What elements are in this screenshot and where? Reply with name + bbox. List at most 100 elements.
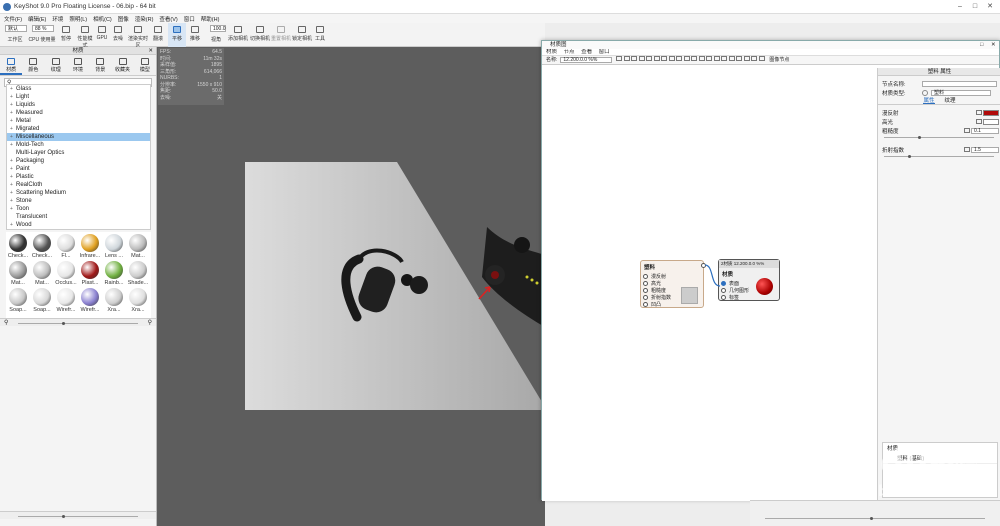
expand-icon[interactable]: + [10, 117, 13, 125]
tree-item[interactable]: Multi-Layer Optics [7, 149, 150, 157]
tumble-button[interactable]: 翻滚 [150, 23, 166, 47]
texture-link-icon[interactable] [975, 119, 982, 124]
expand-icon[interactable]: + [10, 221, 13, 229]
lock-camera-button[interactable]: 锁定相机 [292, 23, 312, 47]
fov-button[interactable]: 视角 [206, 36, 226, 46]
expand-icon[interactable]: + [10, 133, 13, 141]
tree-item[interactable]: + Toon [7, 205, 150, 213]
expand-icon[interactable]: + [10, 165, 13, 173]
expand-icon[interactable]: + [10, 205, 13, 213]
image-node-label[interactable]: 图像节点 [769, 56, 789, 65]
tool-icon[interactable] [691, 55, 698, 61]
node-port[interactable]: 标签 [719, 294, 779, 301]
expand-icon[interactable]: + [10, 173, 13, 181]
tree-item[interactable]: + Scattering Medium [7, 189, 150, 197]
tree-item[interactable]: + Metal [7, 117, 150, 125]
material-thumbnail[interactable]: Check... [6, 232, 30, 259]
reset-camera-button[interactable]: 重置相机 [271, 23, 291, 47]
tool-icon[interactable] [653, 55, 660, 61]
material-thumbnail[interactable]: Check... [30, 232, 54, 259]
pause-button[interactable]: 暂停 [58, 23, 74, 47]
node-port[interactable]: 漫反射 [641, 273, 703, 280]
tree-item[interactable]: + Migrated [7, 125, 150, 133]
mg-menu-view[interactable]: 查看 [581, 49, 592, 55]
roughness-input[interactable]: 0.1 [971, 127, 999, 134]
tree-item[interactable]: + Packaging [7, 157, 150, 165]
texture-link-icon[interactable] [963, 128, 970, 133]
right-bottom-slider[interactable] [870, 517, 873, 520]
tab-materials[interactable]: 材质 [0, 55, 23, 75]
menu-view[interactable]: 查看(V) [159, 15, 177, 23]
tree-item[interactable]: + Liquids [7, 101, 150, 109]
tree-item[interactable]: + Mold-Tech [7, 141, 150, 149]
thumbnail-size-slider[interactable] [62, 322, 65, 325]
menu-lighting[interactable]: 照明(L) [69, 15, 87, 23]
menu-camera[interactable]: 相机(C) [93, 15, 112, 23]
denoise-button[interactable]: 去噪 [110, 23, 126, 47]
material-thumbnail[interactable]: Wirefr... [78, 286, 102, 313]
tool-icon[interactable] [706, 55, 713, 61]
panel-bottom-slider[interactable] [62, 515, 65, 518]
texture-link-icon[interactable] [975, 110, 982, 115]
expand-icon[interactable]: + [10, 109, 13, 117]
tree-item[interactable]: + Light [7, 93, 150, 101]
mg-menu-node[interactable]: 节点 [564, 49, 575, 55]
tool-icon[interactable] [623, 55, 630, 61]
tree-item[interactable]: + Stone [7, 197, 150, 205]
material-thumbnail[interactable]: Soap... [6, 286, 30, 313]
material-thumbnail[interactable]: Rainb... [102, 259, 126, 286]
material-thumbnail[interactable]: Fl... [54, 232, 78, 259]
menu-environment[interactable]: 环境 [52, 15, 63, 23]
close-icon[interactable]: ✕ [985, 2, 995, 11]
tree-item[interactable]: + RealCloth [7, 181, 150, 189]
minimize-icon[interactable]: – [955, 2, 965, 11]
tool-icon[interactable] [758, 55, 765, 61]
tool-icon[interactable] [728, 55, 735, 61]
material-thumbnail[interactable]: Wirefr... [54, 286, 78, 313]
tab-models[interactable]: 模型 [134, 55, 156, 75]
material-name-input[interactable]: 12.200.0.0 %% [560, 57, 613, 63]
close-icon[interactable]: ✕ [991, 41, 996, 49]
expand-icon[interactable]: + [10, 141, 13, 149]
material-thumbnail[interactable]: Infrare... [78, 232, 102, 259]
material-thumbnail[interactable]: Shade... [126, 259, 150, 286]
toolbar-workspace[interactable]: 工作区 [5, 36, 25, 46]
node-port[interactable]: 高光 [641, 280, 703, 287]
gpu-button[interactable]: GPU [95, 23, 109, 47]
menu-file[interactable]: 文件(F) [4, 15, 22, 23]
tab-favorites[interactable]: 收藏夹 [111, 55, 133, 75]
render-viewport[interactable] [157, 47, 545, 526]
tool-icon[interactable] [751, 55, 758, 61]
workspace-select[interactable]: 默认 [5, 25, 27, 32]
ior-slider[interactable] [908, 155, 911, 158]
tree-item[interactable]: + Glass [7, 85, 150, 93]
node-name-input[interactable] [922, 80, 997, 87]
expand-icon[interactable]: + [10, 101, 13, 109]
tree-item[interactable]: Translucent [7, 213, 150, 221]
tab-backgrounds[interactable]: 背景 [89, 55, 111, 75]
expand-icon[interactable]: + [10, 125, 13, 133]
material-type-select[interactable]: 塑料 [931, 89, 991, 96]
menu-help[interactable]: 帮助(H) [201, 15, 220, 23]
cpu-usage-select[interactable]: 88 % [32, 25, 54, 32]
expand-icon[interactable]: + [10, 85, 13, 93]
tab-environments[interactable]: 环境 [67, 55, 89, 75]
material-output-node[interactable]: 2材质 12.200.0.0 %% 材质 表面 几何图形 标签 [718, 259, 780, 301]
diffuse-color-swatch[interactable] [983, 109, 999, 116]
expand-icon[interactable]: + [10, 93, 13, 101]
maximize-icon[interactable]: □ [980, 41, 983, 49]
tool-icon[interactable] [676, 55, 683, 61]
zoom-in-icon[interactable]: ⚲ [148, 319, 152, 326]
maximize-icon[interactable]: □ [970, 2, 980, 11]
material-thumbnail[interactable]: Xra... [126, 286, 150, 313]
tool-icon[interactable] [743, 55, 750, 61]
tool-icon[interactable] [616, 55, 623, 61]
tool-icon[interactable] [713, 55, 720, 61]
texture-link-icon[interactable] [963, 147, 970, 152]
material-thumbnail[interactable]: Occlus... [54, 259, 78, 286]
expand-icon[interactable]: + [10, 197, 13, 205]
pan-button[interactable]: 平移 [168, 23, 186, 47]
tool-icon[interactable] [683, 55, 690, 61]
tab-textures[interactable]: 纹理 [45, 55, 67, 75]
tab-colors[interactable]: 颜色 [22, 55, 44, 75]
